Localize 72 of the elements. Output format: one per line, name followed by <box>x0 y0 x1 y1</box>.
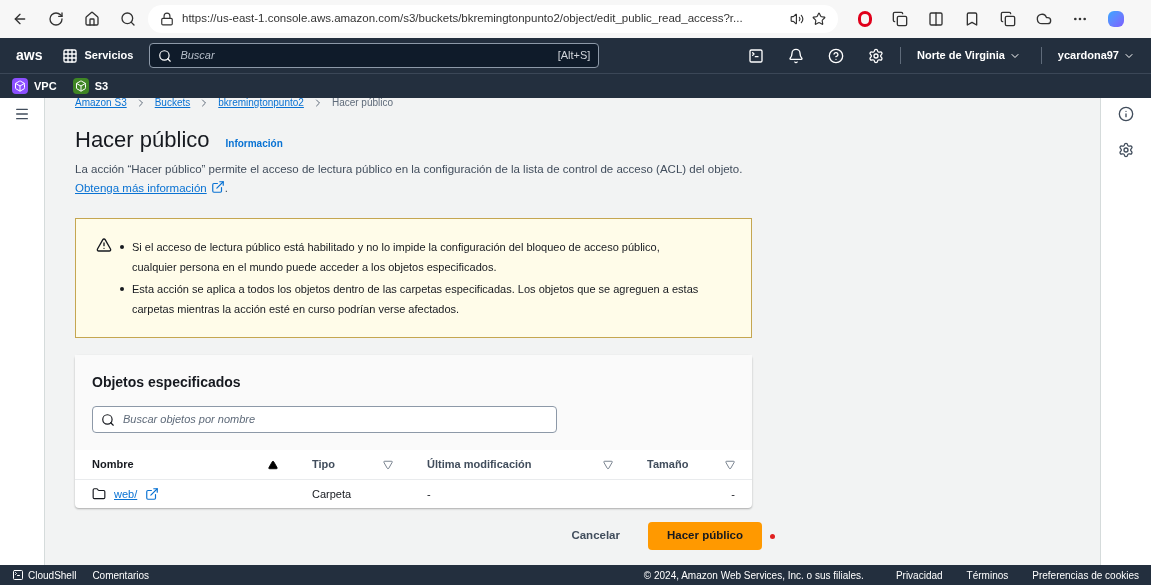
page-description: La acción “Hacer público” permite el acceso de lectura público en la configuración de la lista de control de acceso (ACL) del objeto. Obtenga más información . <box>75 162 744 196</box>
read-aloud-icon[interactable] <box>790 12 804 26</box>
reload-icon[interactable] <box>48 11 64 27</box>
sort-icon[interactable] <box>725 459 735 470</box>
shortcut-hint: [Alt+S] <box>557 48 591 64</box>
warning-icon <box>96 237 112 253</box>
copilot-icon[interactable] <box>1108 11 1124 27</box>
warning-item: Esta acción se aplica a todos los objetos dentro de las carpetas especificadas. Los objetos que se agreguen a estas carpetas mientras la acción esté en curso podrían verse afectados. <box>132 282 700 317</box>
bullet-icon <box>120 287 124 291</box>
table-cell-text: - <box>730 486 736 502</box>
object-link[interactable]: web/ <box>114 485 138 503</box>
search-icon <box>158 48 173 63</box>
column-header[interactable]: Última modificación <box>410 450 630 480</box>
copyright-text: © 2024, Amazon Web Services, Inc. o sus filiales. <box>643 568 864 583</box>
favorite-link[interactable]: S3 <box>72 77 109 95</box>
search-icon <box>101 412 115 427</box>
url-text: https://us-east-1.console.aws.amazon.com/s3/buckets/bkremingtonpunto2/object/edit_public_read_access?r... <box>182 11 744 27</box>
home-icon[interactable] <box>84 11 100 27</box>
breadcrumb-link[interactable]: Buckets <box>154 97 191 108</box>
folder-icon <box>92 487 106 501</box>
breadcrumb-link[interactable]: Amazon S3 <box>75 97 127 108</box>
bell-icon[interactable] <box>788 47 804 64</box>
panel-title: Objetos especificados <box>92 373 242 392</box>
help-icon[interactable] <box>828 47 844 64</box>
sort-icon[interactable] <box>603 459 613 470</box>
table-cell-text: - <box>426 486 432 502</box>
sort-ascending-icon[interactable] <box>268 459 278 470</box>
grid-icon[interactable] <box>62 47 79 64</box>
user-menu[interactable]: ycardona97 <box>1040 47 1135 64</box>
external-link-icon <box>145 487 160 501</box>
breadcrumb-link[interactable]: bkremingtonpunto2 <box>218 97 304 108</box>
breadcrumb-current: Hacer público <box>331 97 394 108</box>
external-link-icon <box>210 180 225 194</box>
sort-icon[interactable] <box>383 459 393 470</box>
menu-icon[interactable] <box>14 106 30 122</box>
learn-more-link[interactable]: Obtenga más información <box>75 182 225 194</box>
aws-logo[interactable]: aws <box>16 45 43 66</box>
lock-icon <box>160 12 174 26</box>
terminal-icon[interactable] <box>748 47 764 64</box>
star-icon[interactable] <box>812 12 826 26</box>
split-screen-icon[interactable] <box>928 11 944 27</box>
feedback-link[interactable]: Comentarios <box>92 567 150 583</box>
column-header[interactable]: Nombre <box>75 450 295 480</box>
footer-link[interactable]: Privacidad <box>895 567 943 583</box>
object-search-field[interactable]: Buscar objetos por nombre <box>92 406 557 433</box>
favorite-link[interactable]: VPC <box>12 77 57 95</box>
search-placeholder: Buscar <box>180 48 216 64</box>
search-icon[interactable] <box>120 11 136 27</box>
search-placeholder: Buscar objetos por nombre <box>123 412 256 428</box>
opera-icon[interactable] <box>858 11 872 27</box>
region-menu[interactable]: Norte de Virginia <box>900 47 1041 64</box>
cloudshell-link[interactable]: CloudShell <box>12 567 77 583</box>
gear-icon[interactable] <box>1118 142 1134 158</box>
cancel-button[interactable]: Cancelar <box>563 523 628 549</box>
page-title: Hacer público <box>75 126 210 154</box>
search-field[interactable]: Buscar [Alt+S] <box>149 43 600 68</box>
column-header[interactable]: Tipo <box>295 450 410 480</box>
address-bar[interactable]: https://us-east-1.console.aws.amazon.com/s3/buckets/bkremingtonpunto2/object/edit_public_read_access?r... <box>148 5 838 33</box>
terminal-icon <box>12 569 24 581</box>
back-icon[interactable] <box>12 11 28 27</box>
make-public-button[interactable]: Hacer público <box>648 522 762 550</box>
footer-link[interactable]: Preferencias de cookies <box>1032 567 1139 583</box>
info-link[interactable]: Información <box>225 136 283 151</box>
favorites-icon[interactable] <box>964 11 980 27</box>
footer-link[interactable]: Términos <box>966 567 1009 583</box>
table-cell-text: Carpeta <box>311 486 353 502</box>
warning-item: Si el acceso de lectura público está habilitado y no lo impide la configuración del bloqueo de acceso público, cualquier persona en el mundo puede acceder a los objetos especificados. <box>132 240 661 275</box>
column-header[interactable]: Tamaño <box>630 450 752 480</box>
bullet-icon <box>120 245 124 249</box>
services-menu[interactable]: Servicios <box>84 47 134 64</box>
info-icon[interactable] <box>1118 106 1134 122</box>
settings-icon[interactable] <box>868 47 884 64</box>
